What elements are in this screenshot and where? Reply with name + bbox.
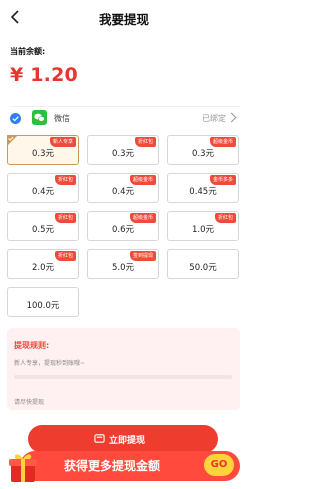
amount-tag: 金币多多 — [209, 175, 236, 185]
balance-value: ¥ 1.20 — [10, 64, 78, 86]
bind-status: 已绑定 — [202, 114, 226, 123]
promo-banner[interactable]: 获得更多提现金额 GO — [4, 447, 244, 485]
amount-value: 100.0元 — [26, 301, 60, 311]
payment-method-name: 微信 — [54, 114, 70, 123]
amount-tag: 超级金币 — [129, 175, 156, 185]
check-circle-icon[interactable] — [10, 113, 21, 124]
amount-option[interactable]: 5.0元 签到提现 — [87, 249, 159, 279]
amount-option[interactable]: 50.0元 — [167, 249, 239, 279]
amount-tag: 折红包 — [54, 175, 76, 185]
rules-hint: 请尽快提现 — [14, 399, 45, 406]
go-button[interactable]: GO — [204, 454, 234, 476]
rules-title: 提现规则: — [14, 341, 50, 350]
amount-option[interactable]: 0.6元 超级金币 — [87, 211, 159, 241]
chevron-right-icon[interactable] — [228, 112, 238, 123]
amount-tag: 折红包 — [54, 251, 76, 261]
amount-tag: 折红包 — [134, 137, 156, 147]
amount-option[interactable]: 0.4元 折红包 — [7, 173, 79, 203]
amount-tag: 签到提现 — [129, 251, 156, 261]
amount-tag: 超级金币 — [129, 213, 156, 223]
amount-value: 0.3元 — [191, 149, 215, 159]
amount-value: 1.0元 — [191, 225, 215, 235]
amount-value: 0.4元 — [111, 187, 135, 197]
amount-tag: 新人专享 — [49, 137, 76, 147]
amount-value: 0.6元 — [111, 225, 135, 235]
amount-option[interactable]: 0.3元 折红包 — [87, 135, 159, 165]
gift-box-icon — [9, 454, 37, 482]
amount-value: 0.45元 — [189, 187, 217, 197]
rules-text: 新人专享，提现秒到账哦~ — [14, 360, 86, 367]
amount-tag: 折红包 — [214, 213, 236, 223]
amount-value: 5.0元 — [111, 263, 135, 273]
payment-method-row[interactable]: 微信 已绑定 — [10, 106, 240, 126]
amount-option[interactable]: 1.0元 折红包 — [167, 211, 239, 241]
amount-option[interactable]: 0.5元 折红包 — [7, 211, 79, 241]
balance-label: 当前余额: — [10, 47, 46, 56]
withdraw-label: 立即提现 — [109, 436, 146, 446]
wallet-icon — [94, 434, 105, 443]
amount-option[interactable]: 0.3元 超级金币 — [167, 135, 239, 165]
amount-option[interactable]: 2.0元 折红包 — [7, 249, 79, 279]
rules-progress-bar — [14, 375, 232, 379]
amount-option[interactable]: 100.0元 — [7, 287, 79, 317]
page-title: 我要提现 — [98, 12, 149, 27]
amount-value: 0.3元 — [111, 149, 135, 159]
amount-tag: 超级金币 — [209, 137, 236, 147]
amount-option[interactable]: 0.4元 超级金币 — [87, 173, 159, 203]
banner-text: 获得更多提现金额 — [64, 459, 161, 473]
selected-corner-icon — [7, 135, 18, 146]
amount-value: 0.3元 — [31, 149, 55, 159]
amount-option[interactable]: 0.3元 新人专享 — [7, 135, 79, 165]
amount-tag: 折红包 — [54, 213, 76, 223]
rules-panel: 提现规则: 新人专享，提现秒到账哦~ 请尽快提现 — [7, 328, 240, 410]
wechat-icon — [32, 110, 47, 125]
amount-value: 50.0元 — [189, 263, 217, 273]
amount-value: 2.0元 — [31, 263, 55, 273]
amount-value: 0.4元 — [31, 187, 55, 197]
header: 我要提现 — [0, 0, 248, 36]
amount-option[interactable]: 0.45元 金币多多 — [167, 173, 239, 203]
amount-value: 0.5元 — [31, 225, 55, 235]
